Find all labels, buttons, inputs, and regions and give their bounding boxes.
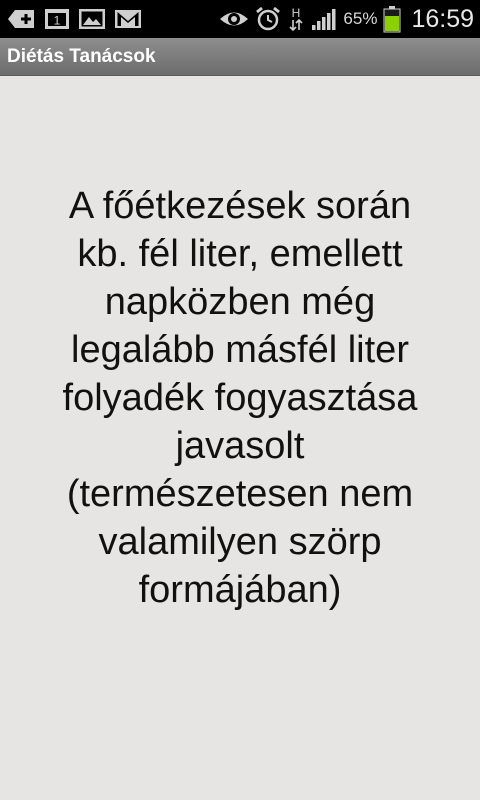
network-type: H [292,6,301,20]
gallery-icon [78,7,106,31]
clock: 16:59 [411,4,474,33]
calendar-icon: 1 [44,7,70,31]
notification-area[interactable]: 1 [6,7,142,31]
hspa-data-icon: H [287,5,305,33]
app-title: Diétás Tanácsok [7,45,156,67]
gmail-icon [114,8,142,30]
add-icon [6,7,36,31]
calendar-day: 1 [54,14,61,28]
battery-icon [383,5,401,33]
alarm-icon [255,6,281,32]
battery-percent: 65% [343,9,378,28]
status-bar: 1 H 65% 16:59 [0,0,480,38]
eye-icon [219,8,249,30]
advice-text: A főétkezések során kb. fél liter, emell… [62,185,418,611]
main-content: A főétkezések során kb. fél liter, emell… [0,76,480,800]
title-bar: Diétás Tanácsok [0,38,480,76]
system-status-area: H 65% 16:59 [219,5,474,34]
signal-icon [311,7,337,31]
